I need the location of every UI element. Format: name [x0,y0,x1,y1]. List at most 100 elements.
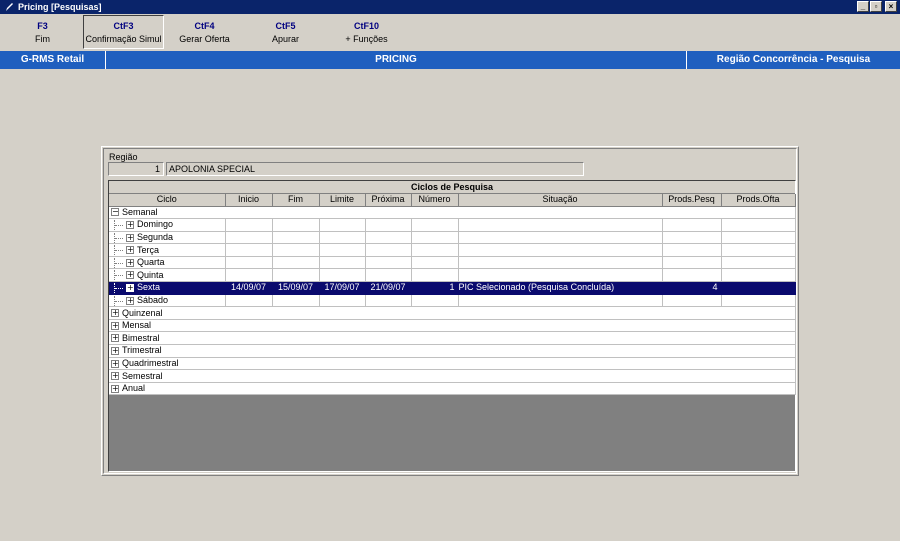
situacao-cell[interactable] [458,294,663,308]
numero-cell[interactable] [411,256,459,270]
table-row[interactable]: − Semanal [109,206,796,220]
collapse-icon[interactable]: − [111,208,119,217]
numero-cell[interactable] [411,218,459,232]
fim-cell[interactable] [272,218,320,232]
fim-cell[interactable] [272,256,320,270]
ofta-cell[interactable] [721,243,796,257]
ciclo-cell[interactable]: + Mensal [109,319,796,333]
ofta-cell[interactable] [721,218,796,232]
proxima-cell[interactable] [365,231,412,245]
expand-icon[interactable]: + [111,359,119,368]
expand-icon[interactable]: + [126,246,134,255]
situacao-cell[interactable] [458,268,663,283]
inicio-cell[interactable] [225,231,273,245]
proxima-cell[interactable] [365,218,412,232]
pesq-cell[interactable] [662,231,722,245]
numero-cell[interactable] [411,243,459,257]
inicio-cell[interactable] [225,218,273,232]
expand-icon[interactable]: + [126,233,134,242]
limite-cell[interactable] [319,256,366,270]
ofta-cell[interactable] [721,231,796,245]
table-row[interactable]: + Semestral [109,369,796,383]
fim-cell[interactable] [272,243,320,257]
expand-icon[interactable]: + [126,283,134,292]
table-row[interactable]: + Trimestral [109,344,796,358]
numero-cell[interactable]: 1 [411,281,459,295]
limite-cell[interactable] [319,218,366,232]
restore-button[interactable]: ▫ [870,1,882,12]
table-row[interactable]: + Quinzenal [109,306,796,320]
limite-cell[interactable] [319,294,366,308]
ciclo-cell[interactable]: + Trimestral [109,344,796,358]
expand-icon[interactable]: + [126,296,134,305]
pesq-cell[interactable] [662,218,722,232]
pesq-cell[interactable] [662,256,722,270]
col-limite-header[interactable]: Limite [319,194,366,207]
expand-icon[interactable]: + [126,271,134,280]
regiao-name-field[interactable]: APOLONIA SPECIAL [166,162,584,176]
situacao-cell[interactable] [458,231,663,245]
regiao-code-field[interactable]: 1 [108,162,164,176]
numero-cell[interactable] [411,294,459,308]
ciclo-cell[interactable]: + Bimestral [109,331,796,346]
mais-funcoes-button[interactable]: CtF10 + Funções [326,15,407,49]
pesq-cell[interactable] [662,294,722,308]
table-row[interactable]: + Quadrimestral [109,357,796,371]
table-row[interactable]: + Terça [109,243,796,257]
col-prods-ofta-header[interactable]: Prods.Ofta [721,194,796,207]
limite-cell[interactable] [319,243,366,257]
limite-cell[interactable] [319,231,366,245]
expand-icon[interactable]: + [111,384,119,393]
ciclo-cell[interactable]: + Segunda [109,231,226,245]
pesq-cell[interactable] [662,268,722,283]
close-button[interactable]: × [885,1,897,12]
table-row[interactable]: + Quinta [109,268,796,283]
ciclos-grid[interactable]: Ciclos de Pesquisa Ciclo Inicio Fim Limite P… [108,180,796,472]
ciclo-cell[interactable]: + Terça [109,243,226,257]
table-row[interactable]: + Domingo [109,218,796,232]
ciclo-cell[interactable]: + Quarta [109,256,226,270]
proxima-cell[interactable] [365,268,412,283]
table-row[interactable]: + Quarta [109,256,796,270]
table-row[interactable]: + Mensal [109,319,796,333]
gerar-oferta-button[interactable]: CtF4 Gerar Oferta [164,15,245,49]
col-fim-header[interactable]: Fim [272,194,320,207]
col-prods-pesq-header[interactable]: Prods.Pesq [662,194,722,207]
proxima-cell[interactable]: 21/09/07 [365,281,412,295]
proxima-cell[interactable] [365,294,412,308]
expand-icon[interactable]: + [111,334,119,343]
limite-cell[interactable] [319,268,366,283]
situacao-cell[interactable] [458,218,663,232]
col-ciclo-header[interactable]: Ciclo [109,194,226,207]
expand-icon[interactable]: + [111,372,119,381]
minimize-button[interactable]: _ [857,1,869,12]
expand-icon[interactable]: + [111,346,119,355]
fim-cell[interactable] [272,294,320,308]
inicio-cell[interactable] [225,294,273,308]
expand-icon[interactable]: + [111,309,119,318]
ciclo-cell[interactable]: + Quinta [109,268,226,283]
ofta-cell[interactable] [721,281,796,295]
fim-cell[interactable] [272,231,320,245]
confirmacao-simul-button[interactable]: CtF3 Confirmação Simul [83,15,164,49]
ofta-cell[interactable] [721,256,796,270]
ciclo-cell[interactable]: − Semanal [109,206,796,220]
ofta-cell[interactable] [721,268,796,283]
fim-cell[interactable]: 15/09/07 [272,281,320,295]
col-numero-header[interactable]: Número [411,194,459,207]
expand-icon[interactable]: + [126,258,134,267]
pesq-cell[interactable]: 4 [662,281,722,295]
col-inicio-header[interactable]: Inicio [225,194,273,207]
fim-cell[interactable] [272,268,320,283]
situacao-cell[interactable]: PIC Selecionado (Pesquisa Concluída) [458,281,663,295]
inicio-cell[interactable]: 14/09/07 [225,281,273,295]
expand-icon[interactable]: + [126,221,134,230]
apurar-button[interactable]: CtF5 Apurar [245,15,326,49]
proxima-cell[interactable] [365,256,412,270]
inicio-cell[interactable] [225,256,273,270]
situacao-cell[interactable] [458,256,663,270]
proxima-cell[interactable] [365,243,412,257]
table-row[interactable]: + Anual [109,382,796,396]
table-row[interactable]: + Segunda [109,231,796,245]
expand-icon[interactable]: + [111,321,119,330]
